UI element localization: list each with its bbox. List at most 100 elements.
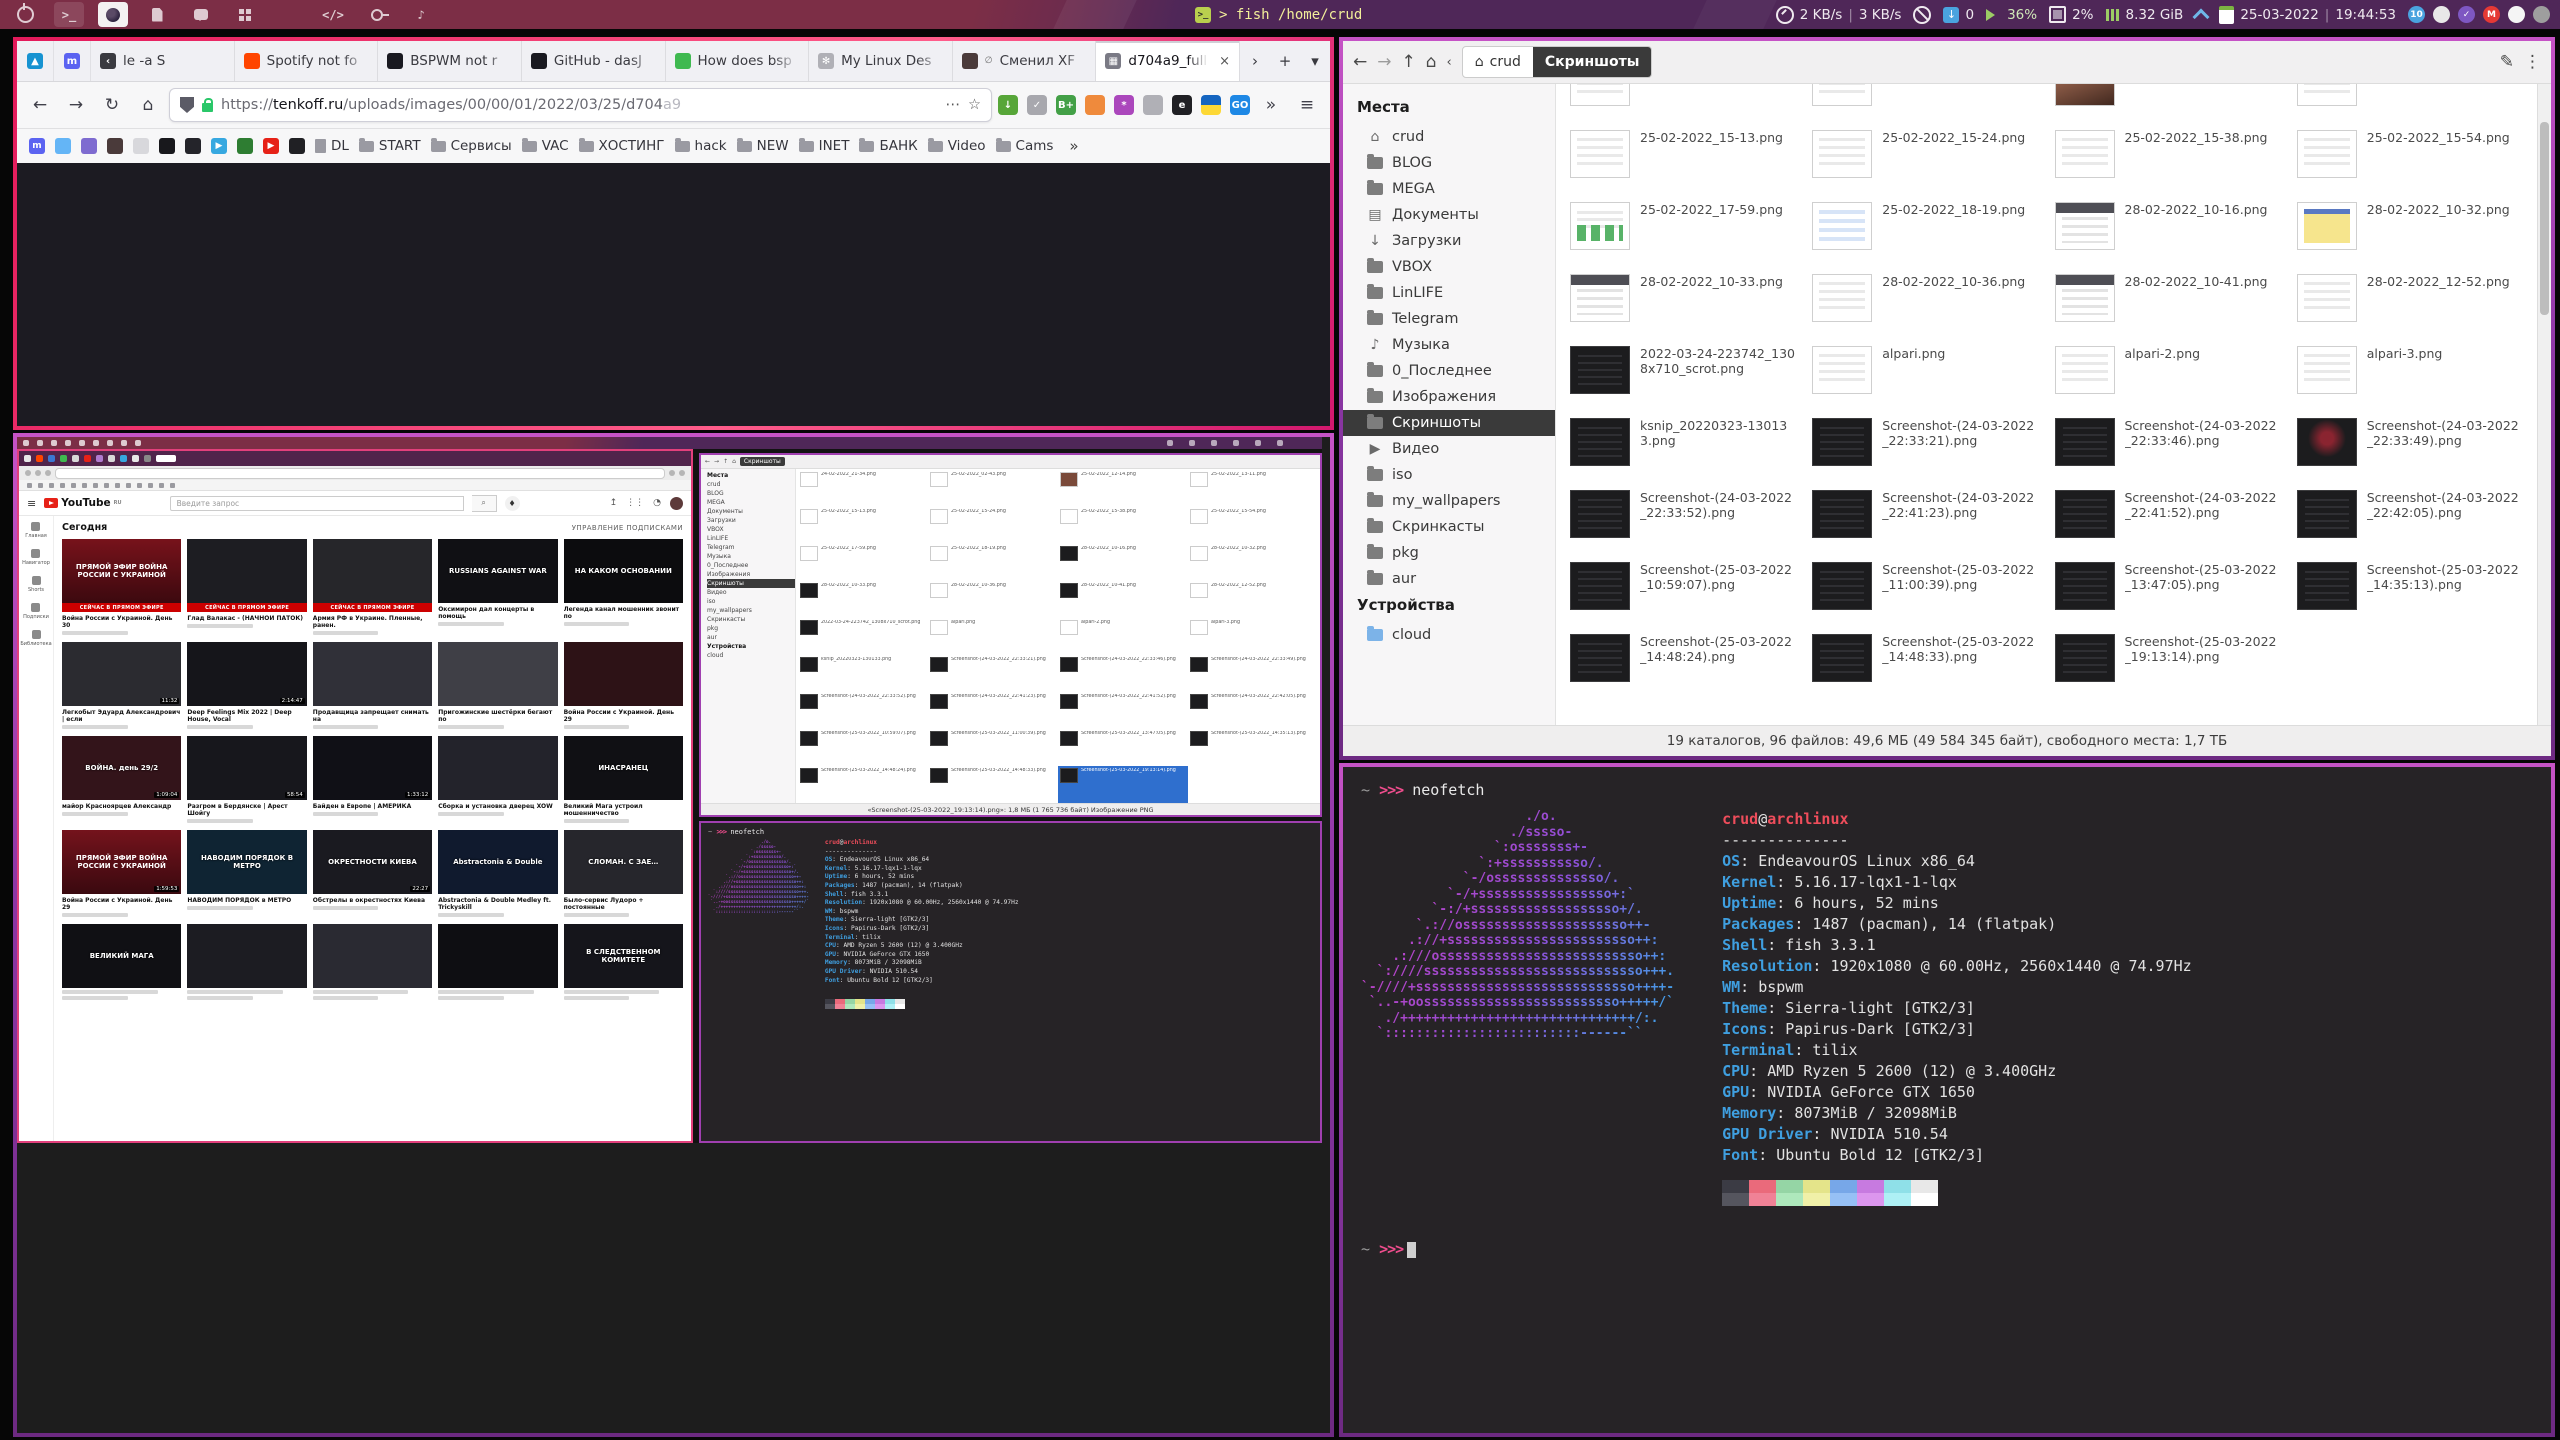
sidebar-item-telegram[interactable]: Telegram bbox=[1343, 306, 1555, 332]
tab-scroll-right-icon[interactable]: › bbox=[1240, 41, 1270, 81]
fm-scrollbar[interactable] bbox=[2537, 84, 2551, 725]
page-content[interactable] bbox=[17, 163, 1330, 426]
dnd-toggle[interactable] bbox=[1913, 6, 1931, 24]
bookmark-star-icon[interactable]: ☆ bbox=[968, 97, 981, 113]
video-card[interactable]: Война России с Украиной. День 29 bbox=[564, 642, 683, 729]
file-item[interactable]: Screenshot-(24-03-2022_22:42:05).png bbox=[2289, 480, 2531, 552]
bookmark-video[interactable]: Video bbox=[928, 138, 986, 154]
bookmark-new[interactable]: NEW bbox=[737, 138, 789, 154]
workspace-music[interactable]: ♪ bbox=[406, 2, 436, 27]
bookmark-start[interactable]: START bbox=[359, 138, 421, 154]
bookmark-discord-icon[interactable] bbox=[81, 138, 97, 154]
video-card[interactable]: Пригожинские шестёрки бегают по bbox=[438, 642, 557, 729]
file-item[interactable]: Screenshot-(24-03-2022_22:41:52).png bbox=[2047, 480, 2289, 552]
tab-my-linux-des[interactable]: ✻My Linux Des bbox=[809, 41, 953, 81]
video-card[interactable]: ОКРЕСТНОСТИ КИЕВА22:27Обстрелы в окрестн… bbox=[313, 830, 432, 917]
file-item[interactable]: 25-02-2022_15-13.png bbox=[1562, 120, 1804, 192]
file-item[interactable]: ksnip_20220323-130133.png bbox=[1562, 408, 1804, 480]
clock[interactable]: 25-03-2022|19:44:53 bbox=[2219, 6, 2396, 24]
file-item[interactable]: alpari-2.png bbox=[2047, 336, 2289, 408]
shield-check-icon[interactable]: ✓ bbox=[1027, 95, 1047, 115]
video-card[interactable]: 2:14:47Deep Feelings Mix 2022 | Deep Hou… bbox=[187, 642, 306, 729]
file-item[interactable]: alpari.png bbox=[1804, 336, 2046, 408]
workspace-grid[interactable] bbox=[230, 2, 260, 27]
file-item[interactable]: Screenshot-(24-03-2022_22:41:23).png bbox=[1804, 480, 2046, 552]
tab--xf[interactable]: ∅Сменил XF bbox=[953, 41, 1097, 81]
bookmark-сервисы[interactable]: Сервисы bbox=[431, 138, 512, 154]
file-item[interactable]: Screenshot-(24-03-2022_22:33:52).png bbox=[1562, 480, 1804, 552]
toolbar-overflow-icon[interactable]: » bbox=[1256, 90, 1286, 120]
workspace-power-button[interactable] bbox=[10, 2, 40, 27]
sidebar-item-iso[interactable]: iso bbox=[1343, 462, 1555, 488]
sidebar-item-документы[interactable]: ▤Документы bbox=[1343, 202, 1555, 228]
sidebar-item-my_wallpapers[interactable]: my_wallpapers bbox=[1343, 488, 1555, 514]
network-speed[interactable]: 2 KB/s|3 KB/s bbox=[1776, 6, 1902, 24]
bookmark-hack[interactable]: hack bbox=[675, 138, 727, 154]
bplus-extension-icon[interactable]: B+ bbox=[1056, 95, 1076, 115]
bookmark-mastodon-icon[interactable]: m bbox=[29, 138, 45, 154]
video-card[interactable]: СЕЙЧАС В ПРЯМОМ ЭФИРЕГлад Валакас - (НАЧ… bbox=[187, 539, 306, 635]
updates-indicator[interactable]: ↓ 0 bbox=[1943, 7, 1974, 23]
bookmark-telegram-icon[interactable]: ▶ bbox=[211, 138, 227, 154]
tray-shield-check-icon[interactable]: ✓ bbox=[2458, 6, 2475, 23]
tray-mega-icon[interactable]: M bbox=[2483, 6, 2500, 23]
file-item[interactable]: 25-02-2022_13-11.png bbox=[2289, 84, 2531, 120]
file-item[interactable]: 2022-03-24-223742_1308x710_scrot.png bbox=[1562, 336, 1804, 408]
file-item[interactable]: 28-02-2022_10-36.png bbox=[1804, 264, 2046, 336]
file-item[interactable]: Screenshot-(25-03-2022_11:00:39).png bbox=[1804, 552, 2046, 624]
video-card[interactable]: Abstractonia & DoubleAbstractonia & Doub… bbox=[438, 830, 557, 917]
bookmark-cams[interactable]: Cams bbox=[996, 138, 1054, 154]
file-item[interactable]: Screenshot-(24-03-2022_22:33:46).png bbox=[2047, 408, 2289, 480]
file-item[interactable]: 25-02-2022_15-54.png bbox=[2289, 120, 2531, 192]
tray-torrent-icon[interactable]: 10 bbox=[2408, 6, 2425, 23]
bookmark-github2-icon[interactable] bbox=[185, 138, 201, 154]
video-card[interactable] bbox=[187, 924, 306, 1000]
tab-bspwm-not-r[interactable]: BSPWM not r bbox=[378, 41, 522, 81]
fm-back-button[interactable]: ← bbox=[1353, 52, 1367, 72]
bookmark-vac[interactable]: VAC bbox=[522, 138, 569, 154]
bookmark-github-icon[interactable] bbox=[159, 138, 175, 154]
file-item[interactable]: Screenshot-(24-03-2022_22:33:49).png bbox=[2289, 408, 2531, 480]
workspace-code[interactable]: </> bbox=[318, 2, 348, 27]
video-card[interactable]: В СЛЕДСТВЕННОМ КОМИТЕТЕ bbox=[564, 924, 683, 1000]
pinned-mastodon-tab[interactable]: m bbox=[54, 41, 91, 81]
workspace-image[interactable] bbox=[274, 2, 304, 27]
breadcrumb-scroll-icon[interactable]: ‹ bbox=[1447, 55, 1452, 70]
tray-pin2-icon[interactable] bbox=[2533, 6, 2550, 23]
fm-scrollbar-thumb[interactable] bbox=[2540, 122, 2549, 314]
volume-indicator[interactable]: 36% bbox=[1986, 7, 2037, 23]
fm-home-button[interactable]: ⌂ bbox=[1426, 52, 1437, 72]
file-item[interactable]: Screenshot-(25-03-2022_14:35:13).png bbox=[2289, 552, 2531, 624]
sidebar-item-linlife[interactable]: LinLIFE bbox=[1343, 280, 1555, 306]
sidebar-item-vbox[interactable]: VBOX bbox=[1343, 254, 1555, 280]
tracking-shield-icon[interactable] bbox=[180, 97, 194, 113]
file-item[interactable]: 25-02-2022_12-14.png bbox=[2047, 84, 2289, 120]
video-card[interactable] bbox=[438, 924, 557, 1000]
bucket-extension-icon[interactable] bbox=[1085, 95, 1105, 115]
forward-button[interactable]: → bbox=[61, 90, 91, 120]
video-card[interactable]: Сборка и установка дверец XOW bbox=[438, 736, 557, 823]
ukraine-shield-icon[interactable] bbox=[1201, 95, 1221, 115]
image-viewer-canvas[interactable]: ≡ YouTube RU Введите запрос ⌕ ♦ ↥ ⋮⋮ ◔ bbox=[17, 437, 1330, 1433]
video-card[interactable] bbox=[313, 924, 432, 1000]
workspace-firefox[interactable] bbox=[98, 2, 128, 27]
bookmark-хостинг[interactable]: ХОСТИНГ bbox=[579, 138, 665, 154]
bookmark-avatar-icon[interactable] bbox=[107, 138, 123, 154]
home-button[interactable]: ⌂ bbox=[133, 90, 163, 120]
video-card[interactable]: ВОЙНА. день 29/21:09:04майор Красноярцев… bbox=[62, 736, 181, 823]
download-manager-icon[interactable]: ↓ bbox=[998, 95, 1018, 115]
tray-pin-icon[interactable] bbox=[2508, 6, 2525, 23]
workspace-key[interactable] bbox=[362, 2, 392, 27]
file-item[interactable]: 28-02-2022_12-52.png bbox=[2289, 264, 2531, 336]
reload-button[interactable]: ↻ bbox=[97, 90, 127, 120]
muted-speaker-icon[interactable]: ∅ bbox=[985, 56, 993, 66]
bookmark-dl[interactable]: DL bbox=[315, 138, 349, 154]
video-card[interactable]: НА КАКОМ ОСНОВАНИИЛегенда канал мошенник… bbox=[564, 539, 683, 635]
link-go-extension-icon[interactable]: GO bbox=[1230, 95, 1250, 115]
file-item[interactable]: 28-02-2022_10-16.png bbox=[2047, 192, 2289, 264]
file-item[interactable]: 25-02-2022_17-59.png bbox=[1562, 192, 1804, 264]
bookmark-green-icon[interactable] bbox=[237, 138, 253, 154]
bookmarks-overflow-icon[interactable]: » bbox=[1069, 137, 1078, 155]
cpu-indicator[interactable]: 2% bbox=[2049, 6, 2093, 23]
page-actions-icon[interactable]: ⋯ bbox=[946, 97, 961, 113]
